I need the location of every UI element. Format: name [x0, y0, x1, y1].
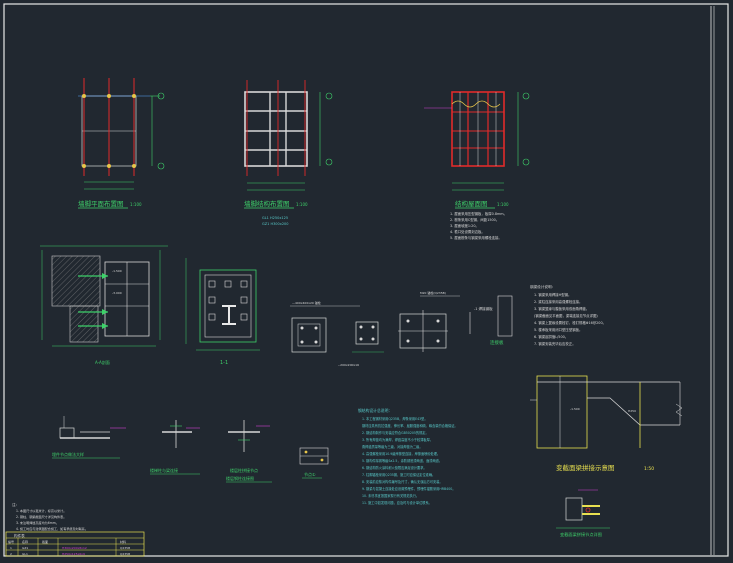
column-joint-detail[interactable]: 楼层柱拼接节点 楼层钢柱连接图	[226, 420, 272, 483]
svg-text:1. 屋面采用压型钢板，板厚0.8mm。: 1. 屋面采用压型钢板，板厚0.8mm。	[450, 211, 507, 216]
svg-text:-1.500: -1.500	[570, 407, 580, 411]
svg-text:—400x400x20 锚栓: —400x400x20 锚栓	[292, 300, 321, 305]
member-table[interactable]: 构件表 编号 名称 截面 材料 1 GZ1 H300x200x8x12 Q235…	[5, 531, 145, 557]
svg-text:3. 所有焊缝均为满焊，焊缝高度不小于较薄板厚。: 3. 所有焊缝均为满焊，焊缝高度不小于较薄板厚。	[362, 437, 433, 442]
svg-text:7. 钢梁安装完毕后应校正。: 7. 钢梁安装完毕后应校正。	[534, 341, 576, 346]
svg-text:6. 钢结构防火涂料耐火极限应满足设计要求。: 6. 钢结构防火涂料耐火极限应满足设计要求。	[362, 465, 427, 470]
svg-text:1: 1	[10, 546, 12, 550]
svg-text:6. 钢梁起拱值L/500。: 6. 钢梁起拱值L/500。	[534, 334, 568, 339]
bottom-right-detail-label: 变截面梁拼接节点详图	[560, 531, 602, 538]
svg-text:2. 钢柱、钢梁截面尺寸详见构件表。: 2. 钢柱、钢梁截面尺寸详见构件表。	[16, 514, 66, 519]
beam-column-title: 变截面梁拼接示意图	[556, 463, 615, 472]
bottom-right-detail[interactable]: 变截面梁拼接节点详图	[556, 489, 610, 538]
svg-text:3. 钢梁翼缘与腹板采用双面角焊缝。: 3. 钢梁翼缘与腹板采用双面角焊缝。	[534, 306, 589, 311]
column-plan-scale: 1:100	[130, 202, 142, 207]
svg-text:7. 柱脚锚栓采用Q235钢，施工时应保证定位准确。: 7. 柱脚锚栓采用Q235钢，施工时应保证定位准确。	[362, 472, 435, 477]
section-label: A-A剖面	[95, 359, 110, 365]
svg-text:11. 施工中如发现问题，应及时与设计单位联系。: 11. 施工中如发现问题，应及时与设计单位联系。	[362, 500, 432, 505]
svg-text:角焊缝质量等级为三级，对接焊缝为二级。: 角焊缝质量等级为三级，对接焊缝为二级。	[362, 444, 423, 449]
svg-text:材料: 材料	[120, 539, 126, 544]
svg-text:H300x200x8x12: H300x200x8x12	[62, 546, 87, 550]
svg-text:GL1: GL1	[22, 552, 28, 556]
svg-text:埋件节点做法大样: 埋件节点做法大样	[52, 451, 84, 457]
svg-text:钢材应具有抗拉强度、伸长率、屈服强度和硫、磷含量的合格保证。: 钢材应具有抗拉强度、伸长率、屈服强度和硫、磷含量的合格保证。	[362, 423, 458, 428]
base-detail[interactable]: 埋件节点做法大样	[52, 416, 126, 459]
svg-text:GL1 H250x125: GL1 H250x125	[262, 216, 288, 220]
table-title: 构件表	[14, 533, 25, 538]
svg-text:2. 钢结构制作与安装应符合GB50205的规定。: 2. 钢结构制作与安装应符合GB50205的规定。	[362, 430, 429, 435]
svg-text:2: 2	[10, 552, 12, 556]
svg-text:H250: H250	[628, 409, 636, 413]
variable-section-beam[interactable]: -1.500 H250 变截面梁拼接示意图 1:50	[530, 375, 683, 472]
svg-text:楼层柱拼接节点: 楼层柱拼接节点	[230, 467, 258, 473]
connection-label: 连接板	[490, 339, 504, 346]
bottom-left-notes: 注： 1. 本图尺寸以毫米计，标高以米计。 2. 钢柱、钢梁截面尺寸详见构件表。…	[12, 502, 88, 531]
section2-label: 1-1	[220, 360, 228, 366]
roof-plan[interactable]: 结构屋面图 1:100 1. 屋面采用压型钢板，板厚0.8mm。 2. 檩条采用…	[424, 91, 530, 240]
design-notes: 钢结构设计总说明： 1. 本工程钢材采用Q235B，焊条采用E43型。 钢材应具…	[358, 408, 458, 505]
small-joint-detail[interactable]: 节点①	[299, 447, 329, 479]
svg-text:1. 钢梁采用焊接H型钢。: 1. 钢梁采用焊接H型钢。	[534, 292, 571, 297]
cad-drawing[interactable]: 墙脚平面布置图 1:100 墙脚结构布置图 1:100 GL1 H250x125…	[0, 0, 733, 563]
svg-text:H250x125x6x9: H250x125x6x9	[62, 552, 85, 556]
svg-text:9. 钢梁与混凝土连接处应设置预埋件，预埋件锚筋采用HRB4: 9. 钢梁与混凝土连接处应设置预埋件，预埋件锚筋采用HRB400。	[362, 486, 455, 491]
svg-text:--200x200x16: --200x200x16	[338, 363, 359, 367]
svg-text:3. 未注明焊缝高度均为6mm。: 3. 未注明焊缝高度均为6mm。	[16, 520, 59, 525]
svg-text:5. 屋面檩条与钢梁采用螺栓连接。: 5. 屋面檩条与钢梁采用螺栓连接。	[450, 235, 502, 240]
beam-plan[interactable]: 墙脚结构布置图 1:100 GL1 H250x125 GZ1 H300x200	[244, 80, 333, 226]
roof-plan-title: 结构屋面图	[455, 199, 488, 208]
svg-text:节点①: 节点①	[304, 471, 316, 477]
svg-text:-3.000: -3.000	[112, 291, 122, 295]
plate-details[interactable]: —400x400x20 锚栓 --200x200x16 M20 锚栓(Q235B…	[290, 290, 513, 367]
svg-text:5. 楼承板采用闭口型压型钢板。: 5. 楼承板采用闭口型压型钢板。	[534, 327, 582, 332]
stair-detail[interactable]: 楼梯柱与梁连接	[150, 420, 200, 475]
svg-text:4. 高强螺栓采用10.9级摩擦型连接，摩擦面喷砂处理。: 4. 高强螺栓采用10.9级摩擦型连接，摩擦面喷砂处理。	[362, 451, 440, 456]
roof-plan-scale: 1:100	[497, 202, 509, 207]
svg-text:Q235B: Q235B	[120, 546, 130, 550]
svg-text:楼层钢柱连接图: 楼层钢柱连接图	[226, 475, 254, 481]
svg-text:-1 焊接钢板: -1 焊接钢板	[474, 306, 493, 311]
svg-text:楼梯柱与梁连接: 楼梯柱与梁连接	[150, 467, 178, 473]
svg-text:3. 屋面坡度1:20。: 3. 屋面坡度1:20。	[450, 223, 479, 228]
cad-drawing-canvas[interactable]: 墙脚平面布置图 1:100 墙脚结构布置图 1:100 GL1 H250x125…	[0, 0, 733, 563]
beam-plan-title: 墙脚结构布置图	[244, 199, 290, 208]
svg-text:GZ1 H300x200: GZ1 H300x200	[262, 222, 289, 226]
beam-plan-scale: 1:100	[296, 202, 308, 207]
svg-text:注：: 注：	[12, 502, 19, 507]
svg-text:编号: 编号	[8, 539, 14, 544]
svg-text:钢梁设计说明：: 钢梁设计说明：	[530, 284, 555, 289]
svg-text:1. 本工程钢材采用Q235B，焊条采用E43型。: 1. 本工程钢材采用Q235B，焊条采用E43型。	[362, 416, 428, 421]
roof-notes: 1. 屋面采用压型钢板，板厚0.8mm。 2. 檩条采用C型钢，间距1500。 …	[450, 211, 507, 240]
svg-text:2. 檩条采用C型钢，间距1500。: 2. 檩条采用C型钢，间距1500。	[450, 217, 499, 222]
svg-text:1. 本图尺寸以毫米计，标高以米计。: 1. 本图尺寸以毫米计，标高以米计。	[16, 508, 66, 513]
svg-text:GZ1: GZ1	[22, 546, 28, 550]
svg-text:截面: 截面	[42, 539, 48, 544]
svg-text:4. 钢梁上翼缘设置栓钉，栓钉规格Φ16@200。: 4. 钢梁上翼缘设置栓钉，栓钉规格Φ16@200。	[534, 320, 606, 325]
top-right-notes: 钢梁设计说明： 1. 钢梁采用焊接H型钢。 2. 梁柱连接采用高强螺栓连接。 3…	[530, 284, 606, 346]
svg-text:Q235B: Q235B	[120, 552, 130, 556]
svg-text:10. 未尽事宜按国家现行有关规范执行。: 10. 未尽事宜按国家现行有关规范执行。	[362, 493, 419, 498]
svg-text:2. 梁柱连接采用高强螺栓连接。: 2. 梁柱连接采用高强螺栓连接。	[534, 299, 582, 304]
svg-text:钢结构设计总说明：: 钢结构设计总说明：	[358, 408, 392, 413]
svg-text:(钢梁截面见平面图，梁端连接见节点详图): (钢梁截面见平面图，梁端连接见节点详图)	[534, 313, 598, 318]
column-plan-title: 墙脚平面布置图	[78, 199, 124, 208]
svg-text:5. 钢构件除锈等级Sa2.5，涂防锈底漆两道，面漆两道。: 5. 钢构件除锈等级Sa2.5，涂防锈底漆两道，面漆两道。	[362, 458, 442, 463]
section-a-a[interactable]: -1.500 -3.000 A-A剖面	[40, 245, 168, 365]
svg-text:8. 安装前应核对构件编号及尺寸，确认无误后方可安装。: 8. 安装前应核对构件编号及尺寸，确认无误后方可安装。	[362, 479, 443, 484]
svg-text:4. 施工时应与建筑图配合施工，如有矛盾及时联系。: 4. 施工时应与建筑图配合施工，如有矛盾及时联系。	[16, 526, 88, 531]
column-plan[interactable]: 墙脚平面布置图 1:100	[78, 78, 165, 209]
svg-text:名称: 名称	[22, 539, 28, 544]
svg-text:4. 檐口处设置封边板。: 4. 檐口处设置封边板。	[450, 229, 485, 234]
svg-text:-1.500: -1.500	[112, 269, 122, 273]
base-plate-plan[interactable]: 1-1	[185, 258, 260, 366]
svg-text:M20 锚栓(Q235B): M20 锚栓(Q235B)	[420, 290, 446, 295]
beam-column-scale: 1:50	[644, 466, 654, 472]
